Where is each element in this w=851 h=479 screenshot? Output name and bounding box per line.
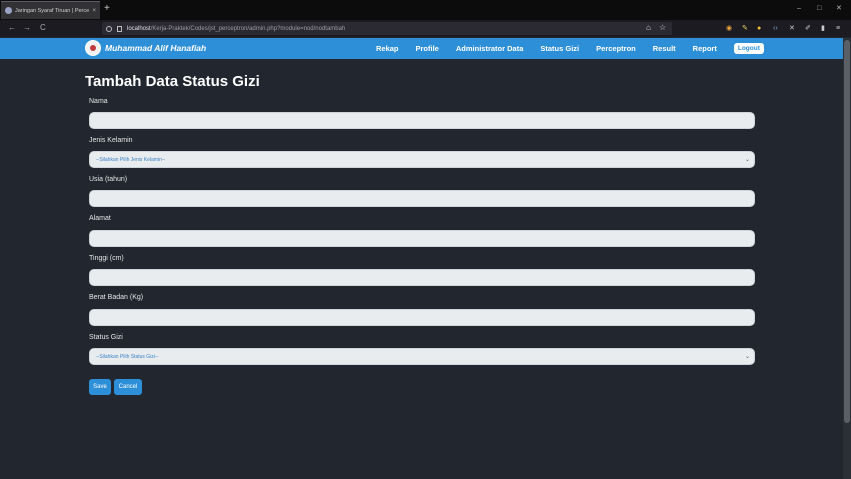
cancel-button[interactable]: Cancel: [114, 379, 142, 395]
extension-x-icon[interactable]: ✕: [789, 24, 795, 33]
minimize-button[interactable]: –: [797, 4, 801, 14]
key-icon[interactable]: ✎: [742, 24, 748, 33]
url-text: localhost/Kerja-Praktek/Codes/jst_percep…: [127, 26, 668, 32]
tab-strip: Jaringan Syaraf Tiruan | Percept × + – □…: [0, 0, 851, 20]
tinggi-label: Tinggi (cm): [89, 255, 124, 262]
alamat-input[interactable]: [89, 230, 755, 247]
chevron-down-icon: ⌄: [744, 354, 750, 360]
nama-label: Nama: [89, 98, 108, 105]
main-content: Tambah Data Status Gizi Nama Jenis Kelam…: [0, 59, 843, 479]
tinggi-input[interactable]: [89, 269, 755, 286]
page-icon: [117, 25, 122, 32]
logout-button[interactable]: Logout: [733, 43, 764, 54]
reload-icon[interactable]: C: [40, 22, 46, 34]
berat-badan-label: Berat Badan (Kg): [89, 294, 144, 301]
main-menu: Rekap Profile Administrator Data Status …: [376, 38, 764, 59]
usia-label: Usia (tahun): [89, 176, 128, 183]
save-button[interactable]: Save: [89, 379, 111, 395]
back-icon[interactable]: ←: [8, 22, 16, 34]
pocket-icon[interactable]: ◉: [726, 24, 732, 33]
page-scrollbar[interactable]: [843, 38, 851, 479]
menu-item-rekap[interactable]: Rekap: [376, 44, 399, 53]
status-gizi-selected: --Silahkan Pilih Status Gizi--: [96, 353, 159, 360]
app-header: Muhammad Alif Hanafiah Rekap Profile Adm…: [0, 38, 843, 59]
home-icon[interactable]: ⌂: [646, 23, 651, 32]
status-gizi-label: Status Gizi: [89, 334, 123, 341]
maximize-button[interactable]: □: [817, 4, 821, 14]
menu-icon[interactable]: ≡: [836, 24, 840, 33]
menu-item-result[interactable]: Result: [653, 44, 676, 53]
page-title: Tambah Data Status Gizi: [85, 73, 260, 90]
berat-badan-input[interactable]: [89, 309, 755, 326]
url-host: localhost: [127, 25, 151, 32]
tab-title: Jaringan Syaraf Tiruan | Percept: [15, 7, 90, 14]
browser-tab[interactable]: Jaringan Syaraf Tiruan | Percept ×: [1, 1, 100, 19]
pen-icon[interactable]: ✐: [805, 24, 811, 33]
new-tab-button[interactable]: +: [104, 3, 110, 15]
tab-close-icon[interactable]: ×: [92, 8, 96, 14]
browser-navbar: ← → C localhost/Kerja-Praktek/Codes/jst_…: [0, 20, 851, 37]
jenis-kelamin-selected: --Silahkan Pilih Jenis Kelamin--: [96, 156, 166, 163]
bookmark-star-icon[interactable]: ☆: [659, 23, 666, 32]
favicon-icon: [5, 7, 12, 14]
status-gizi-select[interactable]: --Silahkan Pilih Status Gizi-- ⌄: [89, 348, 755, 365]
menu-item-perceptron[interactable]: Perceptron: [596, 44, 636, 53]
forward-icon[interactable]: →: [23, 22, 31, 34]
menu-item-profile[interactable]: Profile: [416, 44, 439, 53]
close-window-button[interactable]: ✕: [836, 4, 842, 14]
usia-input[interactable]: [89, 190, 755, 207]
site-info-icon[interactable]: [106, 25, 112, 32]
menu-item-status-gizi[interactable]: Status Gizi: [540, 44, 579, 53]
menu-item-report[interactable]: Report: [693, 44, 717, 53]
url-path: /Kerja-Praktek/Codes/jst_perceptron/admi…: [150, 25, 346, 32]
menu-item-administrator-data[interactable]: Administrator Data: [456, 44, 524, 53]
scrollbar-thumb[interactable]: [844, 40, 850, 423]
chevron-down-icon: ⌄: [744, 157, 750, 163]
extension-m-icon[interactable]: ●: [757, 24, 761, 33]
jenis-kelamin-label: Jenis Kelamin: [89, 137, 133, 144]
logo-icon: [85, 40, 101, 56]
nama-input[interactable]: [89, 112, 755, 129]
address-bar[interactable]: localhost/Kerja-Praktek/Codes/jst_percep…: [102, 22, 672, 35]
brand-name: Muhammad Alif Hanafiah: [105, 43, 207, 53]
alamat-label: Alamat: [89, 215, 111, 222]
browser-window: Jaringan Syaraf Tiruan | Percept × + – □…: [0, 0, 851, 479]
jenis-kelamin-select[interactable]: --Silahkan Pilih Jenis Kelamin-- ⌄: [89, 151, 755, 168]
brand[interactable]: Muhammad Alif Hanafiah: [85, 40, 206, 56]
code-icon[interactable]: ‹›: [773, 24, 778, 33]
library-icon[interactable]: ▮: [821, 24, 825, 33]
